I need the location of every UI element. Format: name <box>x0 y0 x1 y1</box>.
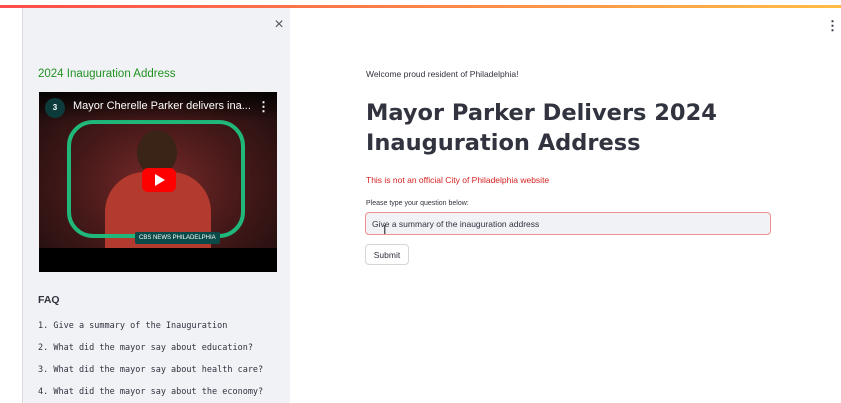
faq-list: 1. Give a summary of the Inauguration 2.… <box>38 320 263 403</box>
welcome-text: Welcome proud resident of Philadelphia! <box>366 69 519 79</box>
faq-title: FAQ <box>38 294 60 306</box>
main-content: ⋮ Welcome proud resident of Philadelphia… <box>290 8 841 403</box>
left-margin <box>0 8 22 403</box>
disclaimer-text: This is not an official City of Philadel… <box>366 175 550 185</box>
video-player[interactable]: 3 Mayor Cherelle Parker delivers ina... … <box>39 92 277 272</box>
question-label: Please type your question below: <box>366 200 469 207</box>
faq-item: 4. What did the mayor say about the econ… <box>38 387 264 397</box>
submit-button[interactable]: Submit <box>365 244 409 265</box>
text-cursor-icon: I <box>383 223 387 237</box>
channel-logo[interactable]: 3 <box>45 98 65 118</box>
app-window: × 2024 Inauguration Address 3 Mayor Cher… <box>0 0 841 403</box>
more-vertical-icon[interactable]: ⋮ <box>257 99 270 115</box>
sidebar: × 2024 Inauguration Address 3 Mayor Cher… <box>22 8 291 403</box>
sidebar-title: 2024 Inauguration Address <box>38 68 176 80</box>
faq-item: 3. What did the mayor say about health c… <box>38 365 264 375</box>
page-title: Mayor Parker Delivers 2024 Inauguration … <box>366 100 717 156</box>
news-badge: CBS NEWS PHILADELPHIA <box>135 232 220 244</box>
faq-item: 1. Give a summary of the Inauguration <box>38 321 228 331</box>
more-vertical-icon[interactable]: ⋮ <box>826 18 839 34</box>
question-input[interactable] <box>365 212 771 235</box>
video-title[interactable]: Mayor Cherelle Parker delivers ina... <box>73 100 251 112</box>
play-icon[interactable] <box>142 168 176 192</box>
faq-item: 2. What did the mayor say about educatio… <box>38 343 253 353</box>
close-icon[interactable]: × <box>271 17 287 33</box>
